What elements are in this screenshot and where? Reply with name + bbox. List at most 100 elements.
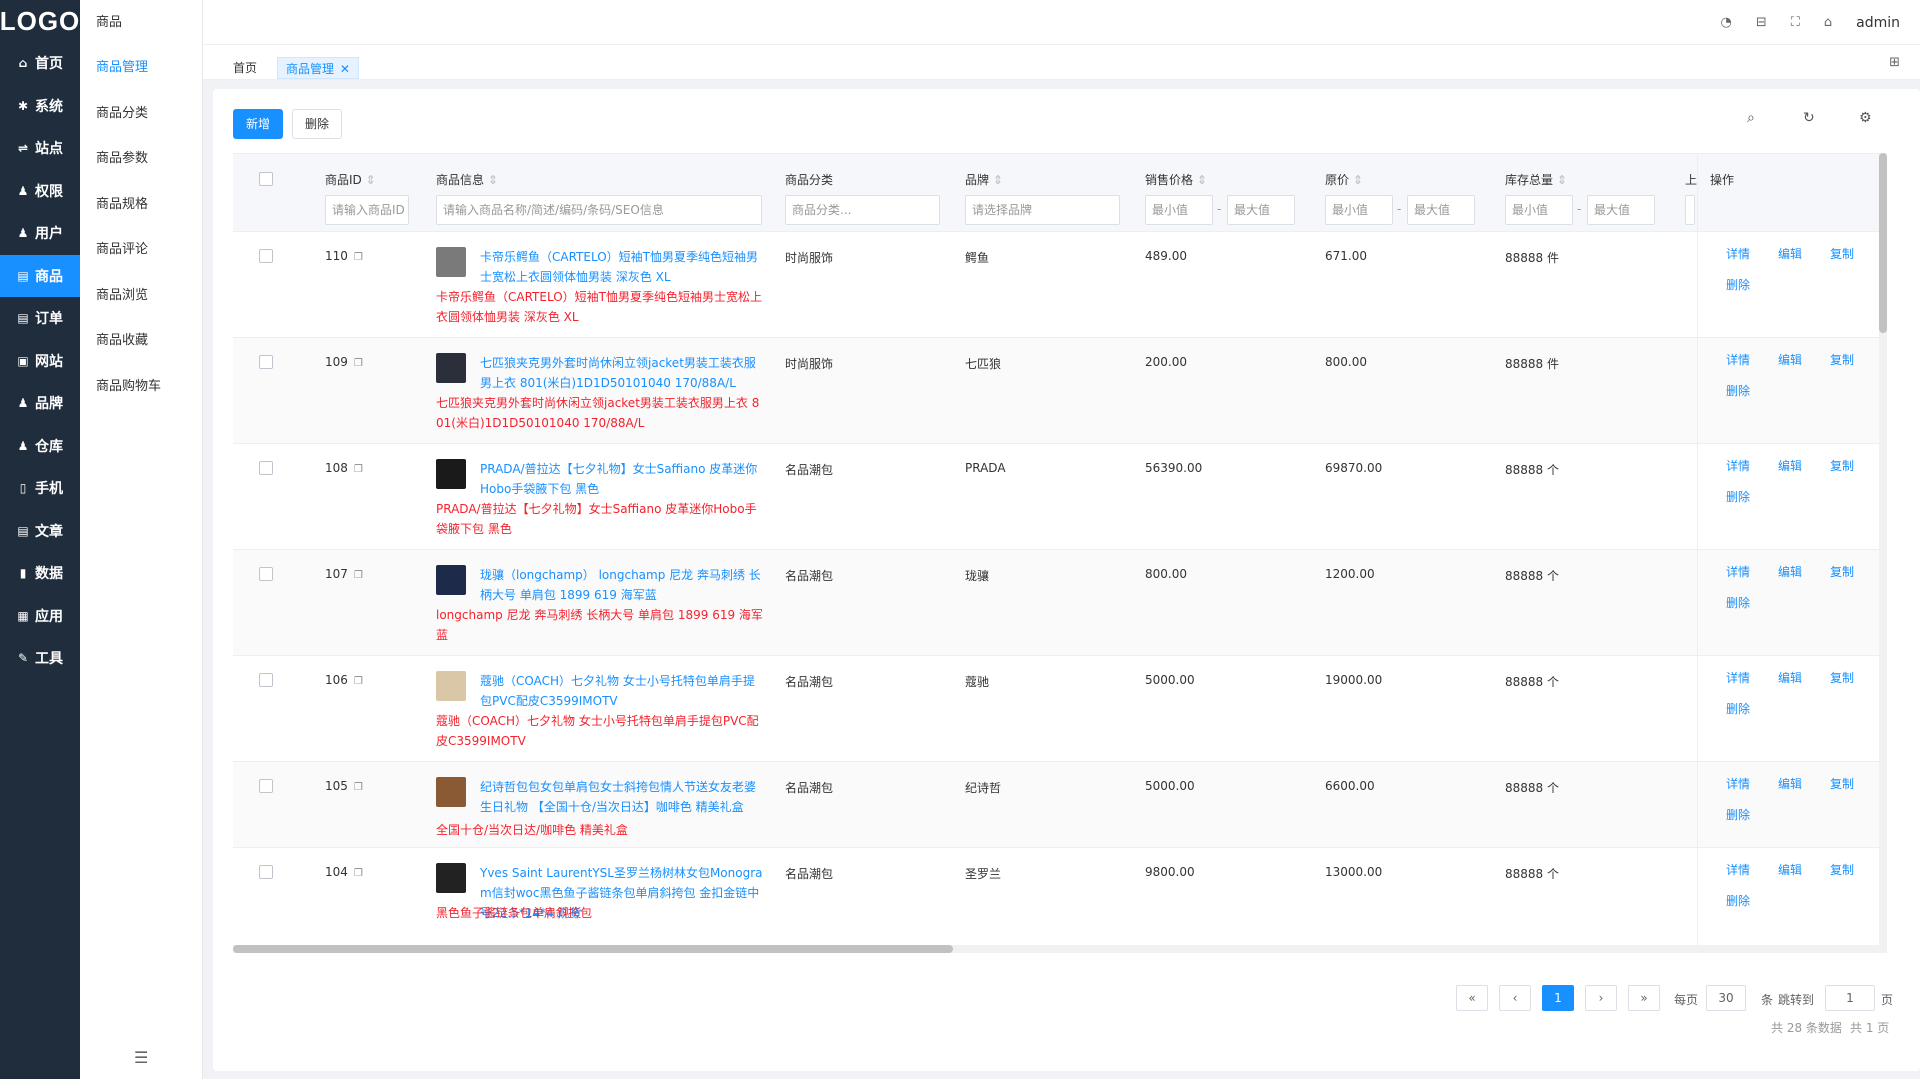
close-icon[interactable]: ✕ [340,62,350,76]
theme-icon[interactable]: ◔ [1721,15,1732,30]
row-checkbox[interactable] [259,461,273,475]
product-name-link[interactable]: 纪诗哲包包女包单肩包女士斜挎包情人节送女友老婆生日礼物 【全国十仓/当次日达】咖… [480,777,765,817]
submenu-item-3[interactable]: 商品参数 [80,136,202,182]
select-all-checkbox[interactable] [259,172,273,186]
edit-button[interactable]: 编辑 [1778,457,1802,474]
filter-stock-min[interactable]: 最小值 [1505,195,1573,225]
vertical-scrollbar[interactable] [1879,153,1887,946]
detail-button[interactable]: 详情 [1726,457,1750,474]
row-checkbox[interactable] [259,865,273,879]
submenu-item-7[interactable]: 商品收藏 [80,318,202,364]
col-info[interactable]: 商品信息 ⇕ [436,171,498,188]
product-name-link[interactable]: 蔻驰（COACH）七夕礼物 女士小号托特包单肩手提包PVC配皮C3599IMOT… [480,671,765,711]
filter-orig-max[interactable]: 最大值 [1407,195,1475,225]
detail-button[interactable]: 详情 [1726,861,1750,878]
nav-item-4[interactable]: ♟ 权限 [0,170,80,213]
clear-cache-icon[interactable]: ⊟ [1756,15,1767,30]
filter-shelf-select[interactable] [1685,195,1695,225]
copy-icon[interactable]: ❐ [354,676,363,687]
refresh-icon[interactable]: ↻ [1803,110,1815,126]
row-checkbox[interactable] [259,249,273,263]
filter-stock-max[interactable]: 最大值 [1587,195,1655,225]
fullscreen-icon[interactable]: ⛶ [1791,15,1800,30]
nav-item-2[interactable]: ✱ 系统 [0,85,80,128]
edit-button[interactable]: 编辑 [1778,563,1802,580]
filter-price-min[interactable]: 最小值 [1145,195,1213,225]
product-name-link[interactable]: PRADA/普拉达【七夕礼物】女士Saffiano 皮革迷你Hobo手袋腋下包 … [480,459,765,499]
table-row[interactable]: 108 ❐ PRADA/普拉达【七夕礼物】女士Saffiano 皮革迷你Hobo手… [233,444,1887,550]
page-last-button[interactable]: » [1628,985,1660,1011]
submenu-item-5[interactable]: 商品评论 [80,227,202,273]
copy-button[interactable]: 复制 [1830,775,1854,792]
delete-button[interactable]: 删除 [292,109,343,139]
per-page-input[interactable]: 30 [1706,985,1746,1011]
filter-price-max[interactable]: 最大值 [1227,195,1295,225]
delete-row-button[interactable]: 删除 [1726,488,1750,505]
detail-button[interactable]: 详情 [1726,351,1750,368]
table-row[interactable]: 105 ❐ 纪诗哲包包女包单肩包女士斜挎包情人节送女友老婆生日礼物 【全国十仓/当… [233,762,1887,848]
page-first-button[interactable]: « [1456,985,1488,1011]
delete-row-button[interactable]: 删除 [1726,276,1750,293]
nav-item-5[interactable]: ♟ 用户 [0,212,80,255]
row-checkbox[interactable] [259,779,273,793]
filter-brand-select[interactable]: 请选择品牌 [965,195,1120,225]
edit-button[interactable]: 编辑 [1778,351,1802,368]
product-name-link[interactable]: 七匹狼夹克男外套时尚休闲立领jacket男装工装衣服男上衣 801(米白)1D1… [480,353,765,393]
row-checkbox[interactable] [259,355,273,369]
nav-item-1[interactable]: ⌂ 首页 [0,42,80,85]
jump-input[interactable]: 1 [1825,985,1875,1011]
page-prev-button[interactable]: ‹ [1499,985,1531,1011]
settings-icon[interactable]: ⚙ [1859,110,1872,126]
tabs-menu-icon[interactable]: ⊞ [1889,55,1900,70]
copy-button[interactable]: 复制 [1830,351,1854,368]
copy-button[interactable]: 复制 [1830,457,1854,474]
detail-button[interactable]: 详情 [1726,669,1750,686]
filter-orig-min[interactable]: 最小值 [1325,195,1393,225]
delete-row-button[interactable]: 删除 [1726,806,1750,823]
nav-item-14[interactable]: ▦ 应用 [0,595,80,638]
nav-item-10[interactable]: ♟ 仓库 [0,425,80,468]
table-row[interactable]: 109 ❐ 七匹狼夹克男外套时尚休闲立领jacket男装工装衣服男上衣 801(米… [233,338,1887,444]
copy-icon[interactable]: ❐ [354,252,363,263]
copy-button[interactable]: 复制 [1830,245,1854,262]
row-checkbox[interactable] [259,673,273,687]
copy-button[interactable]: 复制 [1830,861,1854,878]
home-icon[interactable]: ⌂ [1824,15,1832,30]
edit-button[interactable]: 编辑 [1778,775,1802,792]
product-name-link[interactable]: 卡帝乐鳄鱼（CARTELO）短袖T恤男夏季纯色短袖男士宽松上衣圆领体恤男装 深灰… [480,247,765,287]
add-button[interactable]: 新增 [233,109,284,139]
nav-item-9[interactable]: ♟ 品牌 [0,382,80,425]
col-stock[interactable]: 库存总量 ⇕ [1505,171,1567,188]
detail-button[interactable]: 详情 [1726,775,1750,792]
nav-item-12[interactable]: ▤ 文章 [0,510,80,553]
nav-item-11[interactable]: ▯ 手机 [0,467,80,510]
col-id[interactable]: 商品ID ⇕ [325,171,376,188]
edit-button[interactable]: 编辑 [1778,861,1802,878]
delete-row-button[interactable]: 删除 [1726,700,1750,717]
page-next-button[interactable]: › [1585,985,1617,1011]
table-row[interactable]: 106 ❐ 蔻驰（COACH）七夕礼物 女士小号托特包单肩手提包PVC配皮C359… [233,656,1887,762]
col-brand[interactable]: 品牌 ⇕ [965,171,1003,188]
copy-icon[interactable]: ❐ [354,868,363,879]
nav-item-8[interactable]: ▣ 网站 [0,340,80,383]
page-current-button[interactable]: 1 [1542,985,1574,1011]
collapse-menu-icon[interactable]: ☰ [134,1048,148,1067]
submenu-item-2[interactable]: 商品分类 [80,91,202,137]
product-name-link[interactable]: 珑骧（longchamp） longchamp 尼龙 奔马刺绣 长柄大号 单肩包… [480,565,765,605]
user-menu[interactable]: admin [1856,15,1900,31]
submenu-item-1[interactable]: 商品管理 [80,45,202,91]
copy-button[interactable]: 复制 [1830,669,1854,686]
copy-icon[interactable]: ❐ [354,464,363,475]
table-row[interactable]: 104 ❐ Yves Saint LaurentYSL圣罗兰杨树林女包Monogr… [233,848,1887,946]
copy-icon[interactable]: ❐ [354,358,363,369]
copy-icon[interactable]: ❐ [354,570,363,581]
delete-row-button[interactable]: 删除 [1726,382,1750,399]
submenu-item-4[interactable]: 商品规格 [80,182,202,228]
edit-button[interactable]: 编辑 [1778,669,1802,686]
horizontal-scrollbar[interactable] [233,945,1887,953]
nav-item-15[interactable]: ✎ 工具 [0,637,80,680]
col-price[interactable]: 销售价格 ⇕ [1145,171,1207,188]
filter-info-input[interactable]: 请输入商品名称/简述/编码/条码/SEO信息 [436,195,762,225]
detail-button[interactable]: 详情 [1726,563,1750,580]
submenu-item-6[interactable]: 商品浏览 [80,273,202,319]
